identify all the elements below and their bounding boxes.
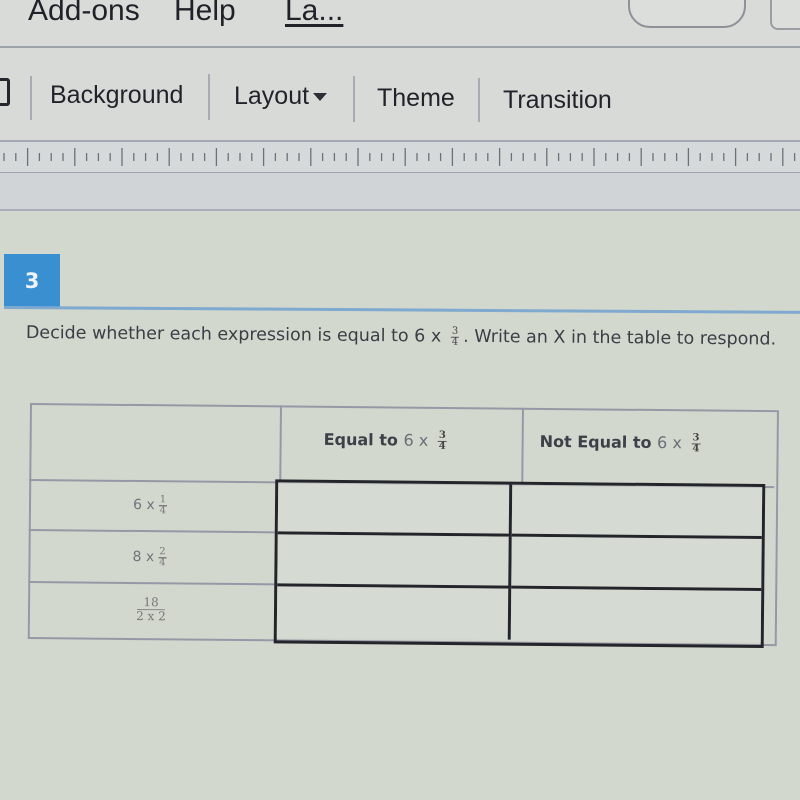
answer-cell-r3-not-equal[interactable] xyxy=(510,588,762,643)
share-button[interactable] xyxy=(628,0,746,28)
row-2-lead: 8 x xyxy=(132,548,155,566)
row-3-fraction: 18 2 x 2 xyxy=(136,595,166,623)
toolbar-partial-icon[interactable] xyxy=(0,78,10,106)
toolbar: Background Layout Theme Transition xyxy=(0,48,800,140)
question-number-badge: 3 xyxy=(4,254,60,308)
chevron-down-icon xyxy=(313,93,328,102)
fraction-denominator: 4 xyxy=(159,504,167,516)
header-divider xyxy=(279,405,282,482)
fraction-denominator: 4 xyxy=(438,440,446,452)
row-2-fraction: 24 xyxy=(158,545,167,568)
fraction-denominator: 2 x 2 xyxy=(136,608,166,623)
toolbar-divider xyxy=(208,74,210,120)
theme-button[interactable]: Theme xyxy=(377,84,455,113)
account-button[interactable] xyxy=(770,0,800,30)
prompt-text-1: Decide whether each expression is equal … xyxy=(25,322,442,347)
question-divider xyxy=(3,306,800,314)
menu-bar: Add-ons Help La... xyxy=(0,0,800,48)
header-divider xyxy=(521,407,524,484)
toolbar-divider xyxy=(478,78,480,122)
header-not-equal-expr: 6 x xyxy=(657,433,682,453)
row-label-1: 6 x 14 xyxy=(28,478,276,534)
layout-dropdown[interactable]: Layout xyxy=(234,82,328,111)
table-header-row: Equal to 6 x 34 Not Equal to 6 x 34 xyxy=(29,403,775,489)
prompt-text-2: . Write an X in the table to respond. xyxy=(463,326,777,350)
menu-addons[interactable]: Add-ons xyxy=(28,0,140,28)
header-not-equal: Not Equal to 6 x 34 xyxy=(540,432,705,455)
fraction-numerator: 18 xyxy=(137,595,165,610)
answer-cell-r2-equal[interactable] xyxy=(277,534,512,589)
ruler-ticks xyxy=(3,148,796,166)
menu-last-edit-link[interactable]: La... xyxy=(285,0,343,28)
transition-button[interactable]: Transition xyxy=(503,86,612,115)
ruler-gutter xyxy=(0,173,800,211)
toolbar-divider xyxy=(30,76,32,120)
header-equal-fraction: 34 xyxy=(437,430,447,452)
row-label-3: 18 2 x 2 xyxy=(28,583,274,635)
header-not-equal-fraction: 34 xyxy=(691,432,701,455)
fraction-denominator: 4 xyxy=(451,336,459,348)
header-equal: Equal to 6 x 34 xyxy=(324,430,451,452)
prompt-fraction: 34 xyxy=(450,325,460,348)
layout-label: Layout xyxy=(234,82,310,110)
header-not-equal-bold: Not Equal to xyxy=(539,431,652,452)
background-button[interactable]: Background xyxy=(50,81,183,110)
fraction-numerator: 2 xyxy=(158,545,167,558)
answer-cell-r3-equal[interactable] xyxy=(276,586,512,640)
answer-cell-r2-not-equal[interactable] xyxy=(511,536,762,592)
answer-cell-r1-not-equal[interactable] xyxy=(511,484,763,540)
question-prompt: Decide whether each expression is equal … xyxy=(26,319,796,355)
answer-grid xyxy=(273,479,766,649)
fraction-numerator: 3 xyxy=(450,325,460,338)
row-label-2: 8 x 24 xyxy=(28,530,275,586)
ruler[interactable] xyxy=(0,140,800,175)
fraction-denominator: 4 xyxy=(692,443,700,455)
menu-help[interactable]: Help xyxy=(174,0,236,28)
fraction-numerator: 1 xyxy=(158,493,168,506)
answer-cell-r1-equal[interactable] xyxy=(277,482,513,537)
slide-content: 3 Decide whether each expression is equa… xyxy=(0,211,800,800)
row-1-fraction: 14 xyxy=(158,493,168,516)
row-labels: 6 x 14 8 x 24 18 2 x 2 xyxy=(28,478,276,637)
header-equal-bold: Equal to xyxy=(323,429,399,450)
fraction-denominator: 4 xyxy=(159,556,166,568)
toolbar-divider xyxy=(353,76,355,122)
header-equal-expr: 6 x xyxy=(403,430,429,450)
row-1-lead: 6 x xyxy=(132,496,155,514)
